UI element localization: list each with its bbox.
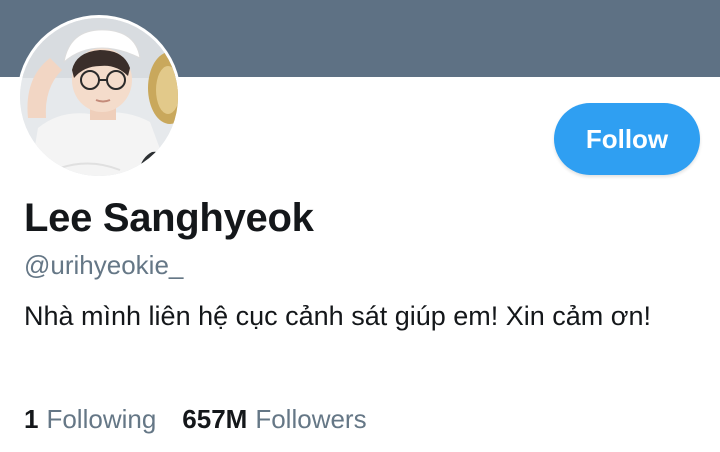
following-count: 1 — [24, 404, 39, 434]
followers-count: 657M — [182, 404, 248, 434]
profile-handle[interactable]: @urihyeokie_ — [24, 250, 183, 281]
avatar[interactable] — [17, 15, 181, 179]
following-label: Following — [46, 404, 157, 434]
followers-stat[interactable]: 657M Followers — [182, 404, 366, 435]
follow-button[interactable]: Follow — [554, 103, 700, 175]
profile-stats: 1 Following 657M Followers — [24, 404, 367, 435]
followers-label: Followers — [255, 404, 367, 434]
following-stat[interactable]: 1 Following — [24, 404, 156, 435]
avatar-photo — [20, 18, 178, 176]
profile-bio: Nhà mình liên hệ cục cảnh sát giúp em! X… — [24, 301, 652, 331]
profile-name: Lee Sanghyeok — [24, 196, 314, 240]
